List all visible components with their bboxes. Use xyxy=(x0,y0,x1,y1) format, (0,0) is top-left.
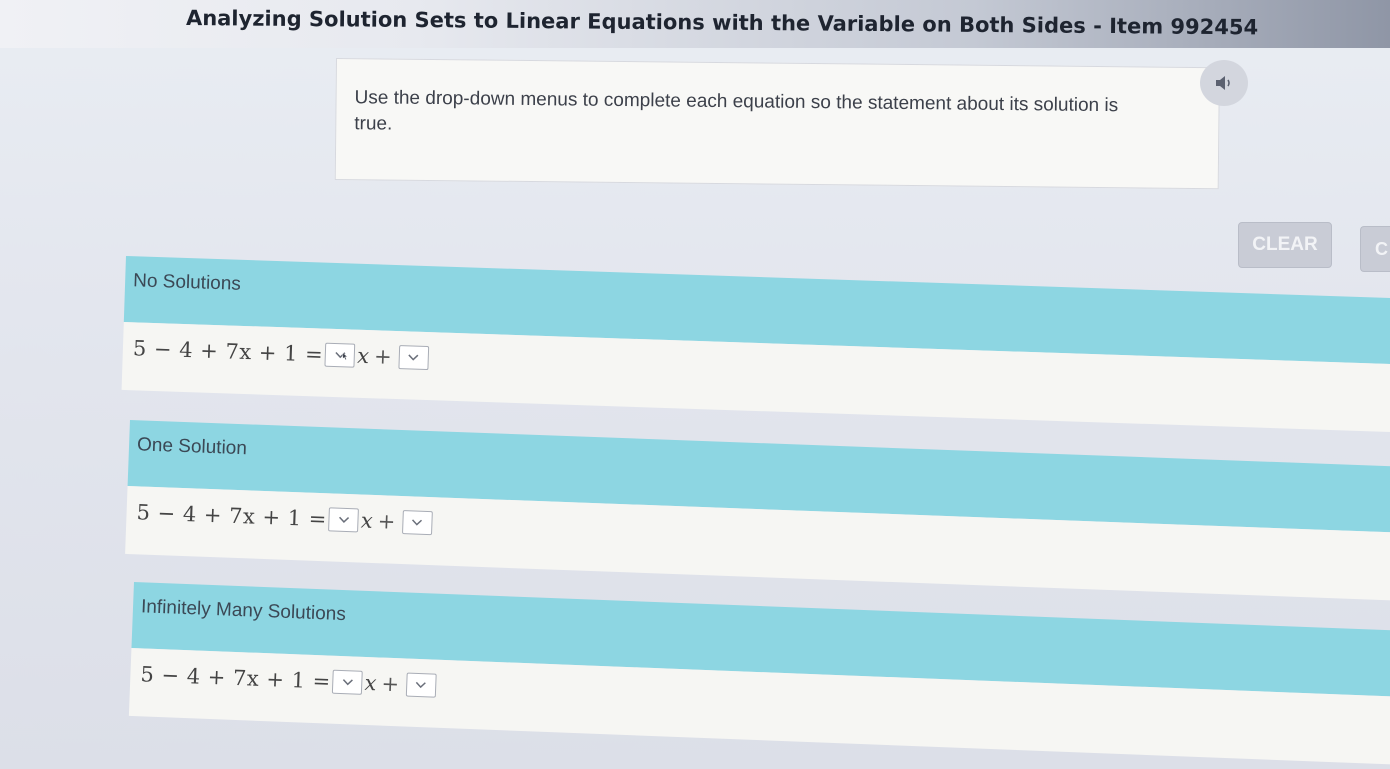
variable-x: x xyxy=(360,508,374,533)
equation-left-side: 5 − 4 + 7x + 1 = xyxy=(140,662,332,694)
constant-dropdown[interactable] xyxy=(398,345,430,371)
clear-button[interactable]: CLEAR xyxy=(1238,222,1332,268)
chevron-down-icon xyxy=(416,681,427,689)
audio-button[interactable] xyxy=(1200,60,1248,106)
constant-dropdown[interactable] xyxy=(401,510,433,536)
title-bar: Analyzing Solution Sets to Linear Equati… xyxy=(0,0,1390,48)
plus-sign: + xyxy=(381,671,400,697)
section-one-solution: One Solution 5 − 4 + 7x + 1 = x + xyxy=(125,420,1390,601)
instructions-panel: Use the drop-down menus to complete each… xyxy=(334,58,1220,190)
section-label: One Solution xyxy=(136,434,248,460)
coefficient-dropdown[interactable] xyxy=(324,342,356,368)
section-label: No Solutions xyxy=(132,270,242,295)
chevron-down-icon xyxy=(342,679,353,686)
section-infinitely-many-solutions: Infinitely Many Solutions 5 − 4 + 7x + 1… xyxy=(128,582,1390,766)
speaker-icon xyxy=(1216,76,1230,90)
equation: 5 − 4 + 7x + 1 = x + xyxy=(140,662,439,698)
equation: 5 − 4 + 7x + 1 = x + xyxy=(136,500,435,536)
coefficient-dropdown[interactable] xyxy=(332,669,364,695)
chevron-down-icon xyxy=(412,519,423,526)
chevron-down-icon xyxy=(338,516,349,523)
instructions-text: Use the drop-down menus to complete each… xyxy=(354,87,1119,135)
page-title: Analyzing Solution Sets to Linear Equati… xyxy=(185,6,1259,40)
variable-x: x xyxy=(364,670,377,696)
plus-sign: + xyxy=(373,344,393,369)
chevron-down-icon xyxy=(408,354,419,361)
constant-dropdown[interactable] xyxy=(405,672,437,698)
section-no-solutions: No Solutions 5 − 4 + 7x + 1 = x + xyxy=(121,256,1390,433)
mouse-pointer-icon xyxy=(342,352,349,361)
equation-left-side: 5 − 4 + 7x + 1 = xyxy=(136,500,328,532)
equation: 5 − 4 + 7x + 1 = x + xyxy=(132,336,431,371)
equation-left-side: 5 − 4 + 7x + 1 = xyxy=(132,336,324,367)
coefficient-dropdown[interactable] xyxy=(328,507,360,533)
plus-sign: + xyxy=(377,509,396,534)
section-label: Infinitely Many Solutions xyxy=(140,596,347,626)
check-button[interactable]: C xyxy=(1360,226,1390,272)
variable-x: x xyxy=(356,343,370,369)
